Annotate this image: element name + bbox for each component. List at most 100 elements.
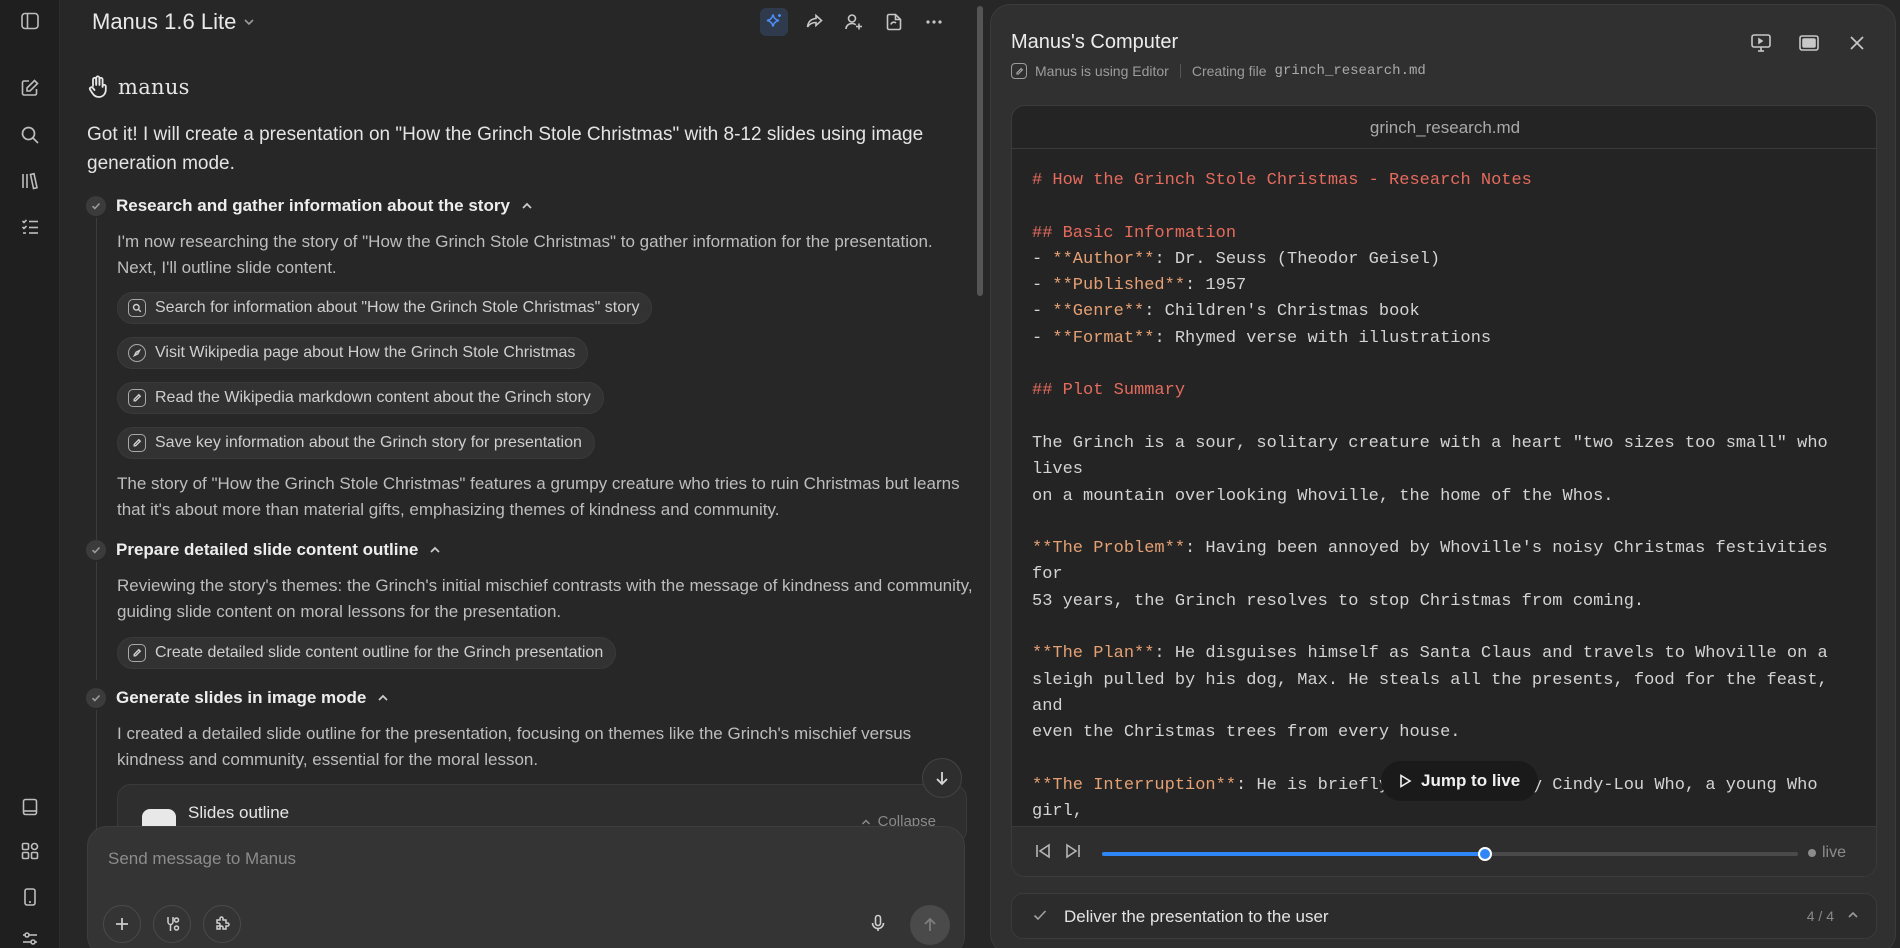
code-line: ## Basic Information [1032,223,1237,243]
chevron-down-icon [242,15,256,29]
plus-icon [116,918,128,930]
message-composer [87,826,965,948]
chat-pane: Manus 1.6 Lite manus Got it! I will crea… [60,0,983,948]
step-label: Create detailed slide content outline fo… [155,644,604,661]
code-line: **The Problem**: Having been annoyed by … [1032,539,1838,585]
plugins-button[interactable] [203,905,241,943]
tasks-icon[interactable] [18,215,42,239]
chevron-up-icon[interactable] [376,691,390,705]
scroll-to-bottom-button[interactable] [922,758,962,798]
outline-title: Slides outline [188,803,290,822]
task-progress-count: 4 / 4 [1806,908,1834,924]
code-line: - **Genre**: Children's Christmas book [1032,302,1420,322]
code-line: on a mountain overlooking Whoville, the … [1032,486,1614,506]
task-generate: Generate slides in image mode [86,688,390,708]
close-icon[interactable] [1843,29,1871,57]
computer-panel: Manus's Computer Manus is using Editor C… [990,4,1896,948]
microphone-icon[interactable] [868,913,888,933]
step-visit[interactable]: Visit Wikipedia page about How the Grinc… [117,337,589,369]
step-label: Save key information about the Grinch st… [155,434,582,451]
chevron-up-icon[interactable] [1846,908,1860,922]
jump-label: Jump to live [1421,771,1521,790]
step-create-outline[interactable]: Create detailed slide content outline fo… [117,637,617,669]
more-icon[interactable] [920,8,948,36]
tools-button[interactable] [153,905,191,943]
jump-to-live-button[interactable]: Jump to live [1381,761,1539,801]
current-task-bar[interactable]: Deliver the presentation to the user 4 /… [1011,893,1877,939]
book-icon[interactable] [18,795,42,819]
file-sync-icon[interactable] [880,8,908,36]
editor-filename: grinch_research.md [1012,106,1876,149]
send-button[interactable] [910,905,950,945]
task-connector [96,562,97,680]
arrow-up-icon [924,917,936,931]
playback-handle[interactable] [1477,847,1492,861]
sidebar-toggle-icon[interactable] [18,9,42,33]
skip-back-icon[interactable] [1034,842,1052,860]
chevron-up-icon[interactable] [428,543,442,557]
task-title: Prepare detailed slide content outline [116,540,419,559]
task-title: Generate slides in image mode [116,688,367,707]
check-icon [86,196,106,216]
code-line: **The Plan**: He disguises himself as Sa… [1032,644,1828,664]
task-title: Research and gather information about th… [116,196,510,215]
chevron-up-icon[interactable] [520,199,534,213]
task-summary: I'm now researching the story of "How th… [117,232,933,277]
step-read[interactable]: Read the Wikipedia markdown content abou… [117,382,604,414]
edit-icon [1011,63,1027,79]
arrow-down-icon [936,772,948,786]
task-summary: I created a detailed slide outline for t… [117,724,912,769]
task-research: Research and gather information about th… [86,196,534,216]
apps-icon[interactable] [18,839,42,863]
puzzle-icon [216,916,230,930]
settings-sliders-icon[interactable] [18,928,42,948]
current-task-label: Deliver the presentation to the user [1064,907,1329,926]
task-connector [96,218,97,540]
edit-icon [128,389,146,407]
model-selector[interactable]: Manus 1.6 Lite [92,9,256,35]
manus-brand: manus [86,74,190,100]
model-name: Manus 1.6 Lite [92,9,237,34]
code-line: # How the Grinch Stole Christmas - Resea… [1032,171,1532,190]
brand-name: manus [118,75,190,99]
code-line: - **Published**: 1957 [1032,276,1247,296]
playback-track[interactable] [1102,847,1798,861]
step-label: Read the Wikipedia markdown content abou… [155,389,591,406]
code-line: ## Plot Summary [1032,381,1186,401]
search-icon[interactable] [18,123,42,147]
new-task-icon[interactable] [18,76,42,100]
file-editor: grinch_research.md # How the Grinch Stol… [1011,105,1877,877]
chat-scrollbar[interactable] [977,6,983,296]
add-attachment-button[interactable] [103,905,141,943]
code-line: sleigh pulled by his dog, Max. He steals… [1032,670,1838,716]
manus-logo-icon [86,74,112,100]
status-tool: Manus is using Editor [1035,63,1169,79]
screen-share-icon[interactable] [1747,29,1775,57]
edit-icon [128,644,146,662]
message-input[interactable] [108,849,808,869]
compass-icon [128,344,146,362]
live-indicator[interactable]: live [1808,844,1846,862]
step-save[interactable]: Save key information about the Grinch st… [117,427,595,459]
step-search[interactable]: Search for information about "How the Gr… [117,292,653,324]
sparkle-icon[interactable] [760,8,788,36]
live-dot-icon [1808,849,1816,857]
playback-bar: live [1012,826,1876,876]
left-rail [0,0,60,948]
minimize-panel-icon[interactable] [1795,29,1823,57]
mobile-icon[interactable] [18,885,42,909]
task-conclusion: The story of "How the Grinch Stole Chris… [117,474,960,519]
code-line: even the Christmas trees from every hous… [1032,723,1461,743]
task-connector [96,710,97,830]
library-icon[interactable] [18,169,42,193]
share-icon[interactable] [800,8,828,36]
check-icon [86,540,106,560]
skip-forward-icon[interactable] [1064,842,1082,860]
add-collaborator-icon[interactable] [840,8,868,36]
step-label: Visit Wikipedia page about How the Grinc… [155,344,576,361]
